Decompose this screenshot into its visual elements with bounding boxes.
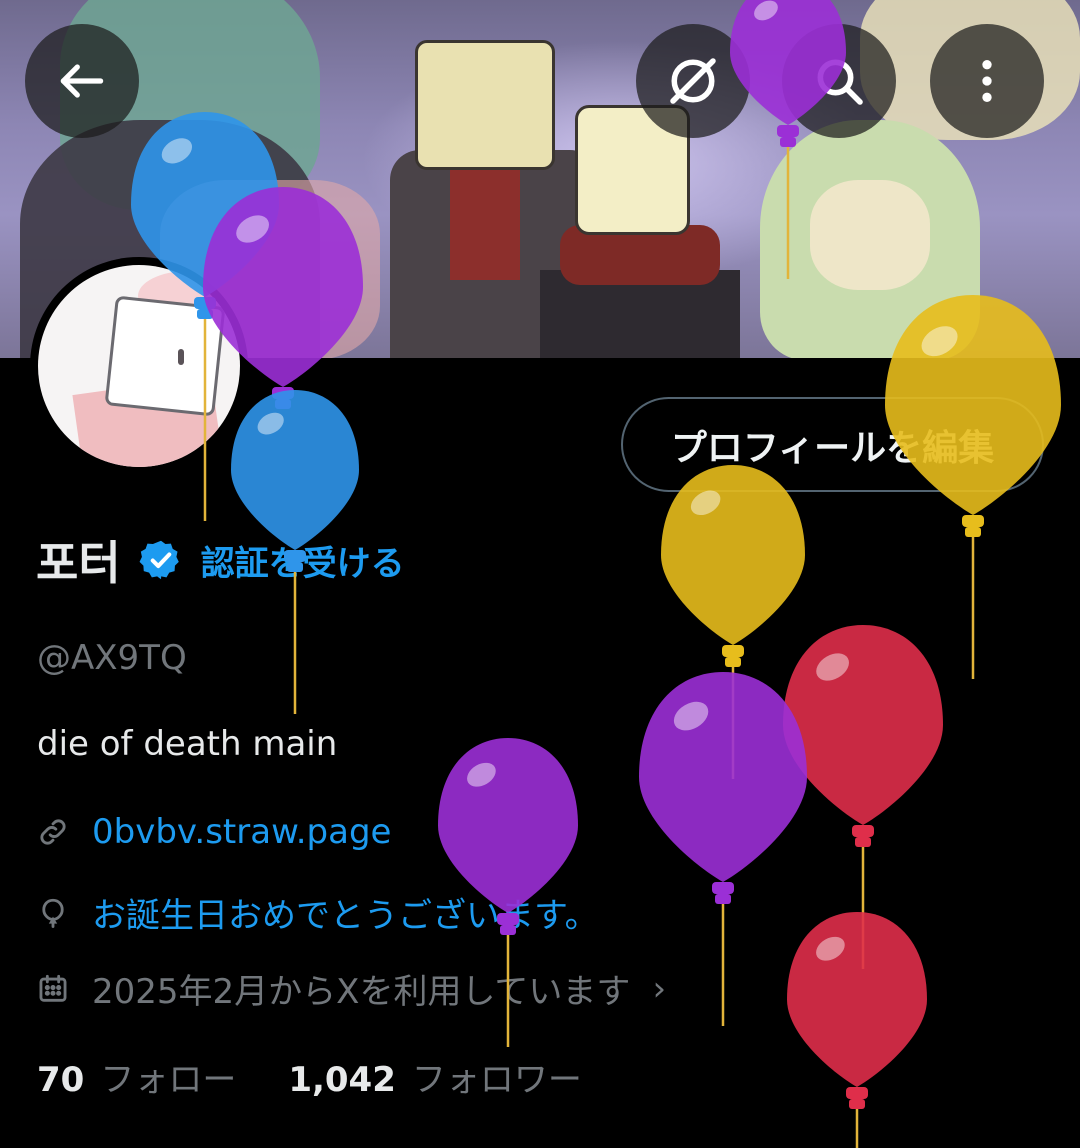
balloon-icon — [42, 898, 64, 928]
avatar-art — [104, 295, 226, 417]
website-link[interactable]: 0bvbv.straw.page — [92, 812, 391, 852]
bio-text: die of death main — [37, 724, 338, 764]
get-verified-link[interactable]: 認証を受ける — [201, 536, 405, 585]
balloon-6 — [661, 465, 805, 779]
edit-profile-button[interactable]: プロフィールを編集 — [621, 397, 1044, 492]
banner-figure — [810, 180, 930, 290]
avatar-image — [38, 265, 240, 467]
grok-icon — [670, 58, 716, 104]
more-vertical-icon — [982, 60, 992, 102]
display-name: 포터 — [36, 536, 121, 590]
followers-count[interactable]: 1,042 — [288, 1060, 396, 1100]
chevron-right-icon: › — [652, 968, 667, 1009]
arrow-left-icon — [60, 64, 104, 98]
website-row: 0bvbv.straw.page — [36, 812, 391, 852]
birthday-row: お誕生日おめでとうございます。 — [36, 888, 599, 937]
avatar-art — [178, 349, 184, 365]
follow-stats: 70 フォロー 1,042 フォロワー — [37, 1052, 582, 1101]
back-button[interactable] — [25, 24, 139, 138]
search-icon — [817, 59, 863, 105]
banner-figure — [450, 160, 520, 280]
calendar-icon — [39, 974, 67, 1002]
name-row: 포터 認証を受ける — [36, 528, 405, 592]
birthday-text[interactable]: お誕生日おめでとうございます。 — [92, 888, 599, 937]
banner-figure — [415, 40, 555, 170]
search-button[interactable] — [782, 24, 896, 138]
more-button[interactable] — [930, 24, 1044, 138]
avatar[interactable] — [30, 257, 248, 475]
grok-button[interactable] — [636, 24, 750, 138]
balloon-7 — [783, 625, 943, 969]
balloon-10 — [787, 912, 927, 1148]
verified-badge-icon[interactable] — [139, 538, 183, 582]
joined-row[interactable]: 2025年2月からXを利用しています › — [36, 964, 666, 1013]
link-icon — [40, 819, 66, 845]
user-handle: @AX9TQ — [37, 638, 187, 678]
following-label[interactable]: フォロー — [100, 1052, 236, 1101]
joined-date: 2025年2月からXを利用しています — [92, 972, 631, 1012]
followers-label[interactable]: フォロワー — [412, 1052, 582, 1101]
following-count[interactable]: 70 — [37, 1060, 84, 1100]
